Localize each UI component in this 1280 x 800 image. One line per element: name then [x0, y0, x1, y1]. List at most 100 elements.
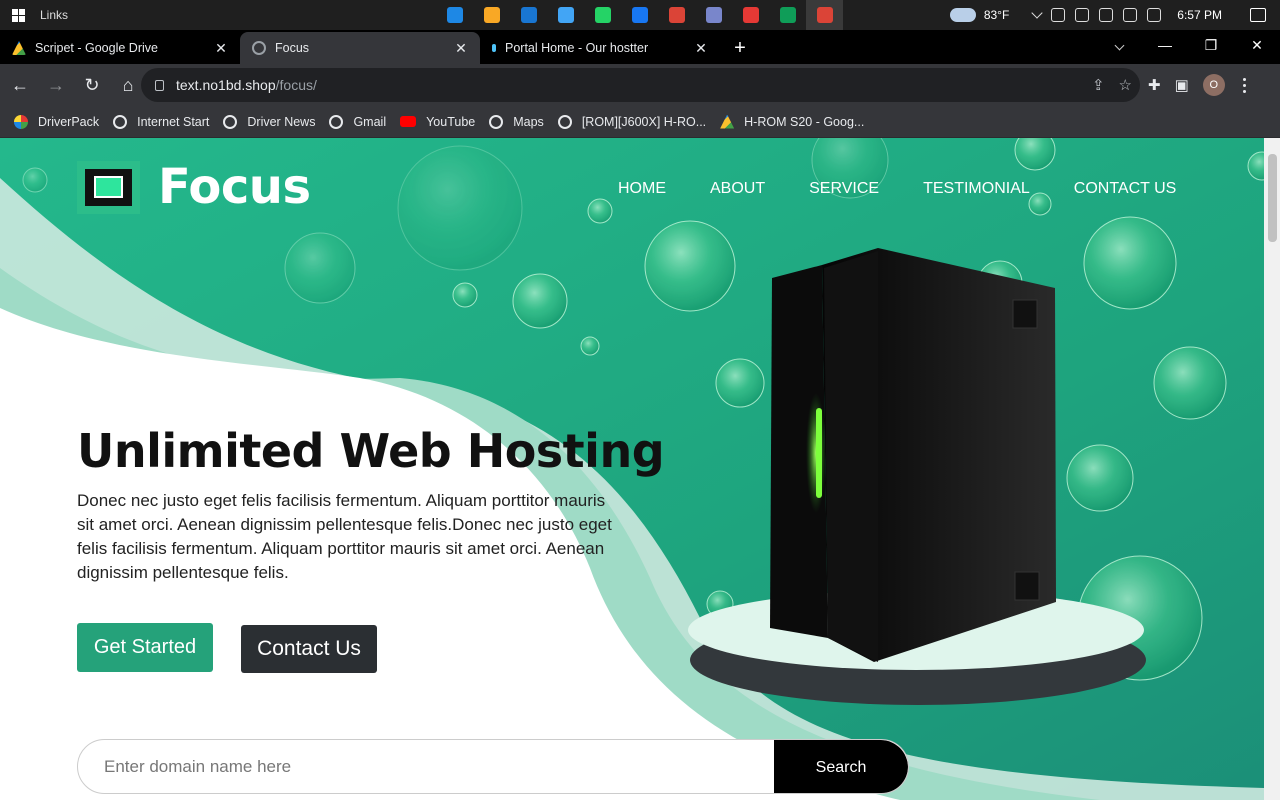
tab-strip: Scripet - Google Drive ✕ Focus ✕ Portal … — [0, 30, 1280, 64]
taskbar-app-icon[interactable] — [584, 0, 621, 30]
app-icon — [446, 7, 463, 23]
taskbar-app-icon[interactable] — [769, 0, 806, 30]
globe-icon — [113, 114, 128, 129]
contact-us-button[interactable]: Contact Us — [241, 625, 377, 673]
close-tab-icon[interactable]: ✕ — [454, 40, 468, 57]
taskbar-app-icon[interactable] — [732, 0, 769, 30]
side-panel-icon[interactable]: ▣ — [1175, 76, 1189, 94]
windows-start-icon[interactable] — [0, 0, 36, 30]
bookmark-label: [ROM][J600X] H-RO... — [581, 114, 707, 129]
bookmark-item[interactable]: Gmail — [329, 114, 387, 129]
profile-avatar[interactable]: O — [1202, 74, 1225, 96]
bookmark-label: YouTube — [426, 114, 476, 129]
app-icon — [483, 7, 500, 23]
extensions-puzzle-icon[interactable]: ✚ — [1148, 76, 1161, 94]
window-controls: — ❐ ✕ — [1142, 30, 1280, 60]
bookmark-label: H-ROM S20 - Goog... — [744, 114, 865, 129]
home-icon[interactable]: ⌂ — [112, 69, 144, 101]
weather-temperature[interactable]: 83°F — [984, 8, 1009, 22]
system-tray: 83°F 6:57 PM — [949, 0, 1280, 30]
lock-icon[interactable] — [155, 79, 164, 91]
app-icon — [779, 7, 796, 23]
globe-icon — [223, 114, 238, 129]
close-tab-icon[interactable]: ✕ — [214, 40, 228, 57]
taskbar-app-icon[interactable] — [510, 0, 547, 30]
forward-arrow-icon[interactable]: → — [40, 69, 72, 101]
domain-search-form: Search — [77, 739, 909, 794]
scrollbar-thumb[interactable] — [1268, 154, 1277, 242]
site-nav: HOME ABOUT SERVICE TESTIMONIAL CONTACT U… — [618, 180, 1176, 198]
bookmark-item[interactable]: Maps — [489, 114, 544, 129]
site-logo[interactable]: Focus — [77, 159, 311, 215]
browser-toolbar: ← → ↻ ⌂ text.no1bd.shop/focus/ ⇪ ☆ ✚ ▣ O — [0, 64, 1280, 106]
close-window-icon[interactable]: ✕ — [1234, 30, 1280, 60]
tab-title: Focus — [275, 41, 310, 55]
close-tab-icon[interactable]: ✕ — [694, 40, 708, 57]
volume-icon[interactable] — [1147, 8, 1162, 22]
reload-icon[interactable]: ↻ — [76, 69, 108, 101]
meet-icon[interactable] — [1051, 8, 1066, 22]
bookmark-label: Gmail — [353, 114, 387, 129]
windows-taskbar: Links 83°F 6:57 PM — [0, 0, 1280, 30]
minimize-icon[interactable]: — — [1142, 30, 1188, 60]
nav-contact-us[interactable]: CONTACT US — [1074, 180, 1177, 198]
tab-google-drive[interactable]: Scripet - Google Drive ✕ — [0, 32, 240, 64]
taskbar-app-icon[interactable] — [436, 0, 473, 30]
restore-icon[interactable]: ❐ — [1188, 30, 1234, 60]
bookmark-label: Maps — [513, 114, 544, 129]
tab-title: Scripet - Google Drive — [35, 41, 158, 55]
search-button[interactable]: Search — [774, 740, 908, 793]
nav-about[interactable]: ABOUT — [710, 180, 765, 198]
page-scrollbar[interactable] — [1264, 138, 1280, 800]
language-icon[interactable] — [1099, 8, 1114, 22]
wifi-icon[interactable] — [1123, 8, 1138, 22]
taskbar-app-icon[interactable] — [806, 0, 843, 30]
hero-title: Unlimited Web Hosting — [77, 424, 665, 478]
portal-icon — [492, 44, 496, 52]
bookmark-item[interactable]: [ROM][J600X] H-RO... — [557, 114, 707, 129]
address-bar[interactable]: text.no1bd.shop/focus/ ⇪ ☆ — [141, 68, 1140, 102]
taskbar-app-icon[interactable] — [473, 0, 510, 30]
bookmark-label: DriverPack — [38, 114, 100, 129]
bookmark-item[interactable]: H-ROM S20 - Goog... — [720, 114, 865, 129]
taskbar-apps — [436, 0, 843, 30]
taskbar-app-icon[interactable] — [547, 0, 584, 30]
chevron-up-icon[interactable] — [1031, 7, 1043, 19]
notification-icon[interactable] — [1250, 8, 1266, 22]
nav-home[interactable]: HOME — [618, 180, 666, 198]
get-started-button[interactable]: Get Started — [77, 623, 213, 672]
youtube-icon — [400, 116, 417, 127]
bookmark-item[interactable]: DriverPack — [14, 114, 100, 129]
tab-portal-home[interactable]: Portal Home - Our hostter ✕ — [480, 32, 720, 64]
tab-search-icon[interactable] — [1110, 36, 1128, 54]
bookmark-star-icon[interactable]: ☆ — [1119, 76, 1132, 94]
back-arrow-icon[interactable]: ← — [4, 69, 36, 101]
taskbar-app-icon[interactable] — [695, 0, 732, 30]
menu-kebab-icon[interactable] — [1242, 77, 1246, 93]
weather-cloud-icon[interactable] — [949, 8, 976, 22]
driverpack-icon — [14, 114, 28, 129]
links-toolbar-label[interactable]: Links — [40, 8, 68, 22]
bookmark-item[interactable]: YouTube — [400, 115, 475, 129]
app-icon — [594, 7, 611, 23]
tab-focus[interactable]: Focus ✕ — [240, 32, 480, 64]
nav-service[interactable]: SERVICE — [809, 180, 879, 198]
logo-mark-icon — [77, 160, 140, 214]
bookmark-label: Internet Start — [137, 114, 210, 129]
globe-icon — [557, 114, 572, 129]
clock-time[interactable]: 6:57 PM — [1177, 8, 1222, 22]
logo-text: Focus — [158, 159, 311, 215]
bookmark-item[interactable]: Internet Start — [113, 114, 210, 129]
app-icon — [668, 7, 685, 23]
new-tab-button[interactable]: + — [726, 32, 754, 64]
onedrive-icon[interactable] — [1075, 8, 1090, 22]
share-icon[interactable]: ⇪ — [1092, 76, 1105, 94]
taskbar-app-icon[interactable] — [658, 0, 695, 30]
taskbar-app-icon[interactable] — [621, 0, 658, 30]
page-viewport: Focus HOME ABOUT SERVICE TESTIMONIAL CON… — [0, 138, 1280, 800]
globe-icon — [252, 41, 266, 55]
nav-testimonial[interactable]: TESTIMONIAL — [923, 180, 1030, 198]
domain-search-input[interactable] — [78, 740, 774, 793]
bookmark-item[interactable]: Driver News — [223, 114, 315, 129]
globe-icon — [329, 114, 344, 129]
